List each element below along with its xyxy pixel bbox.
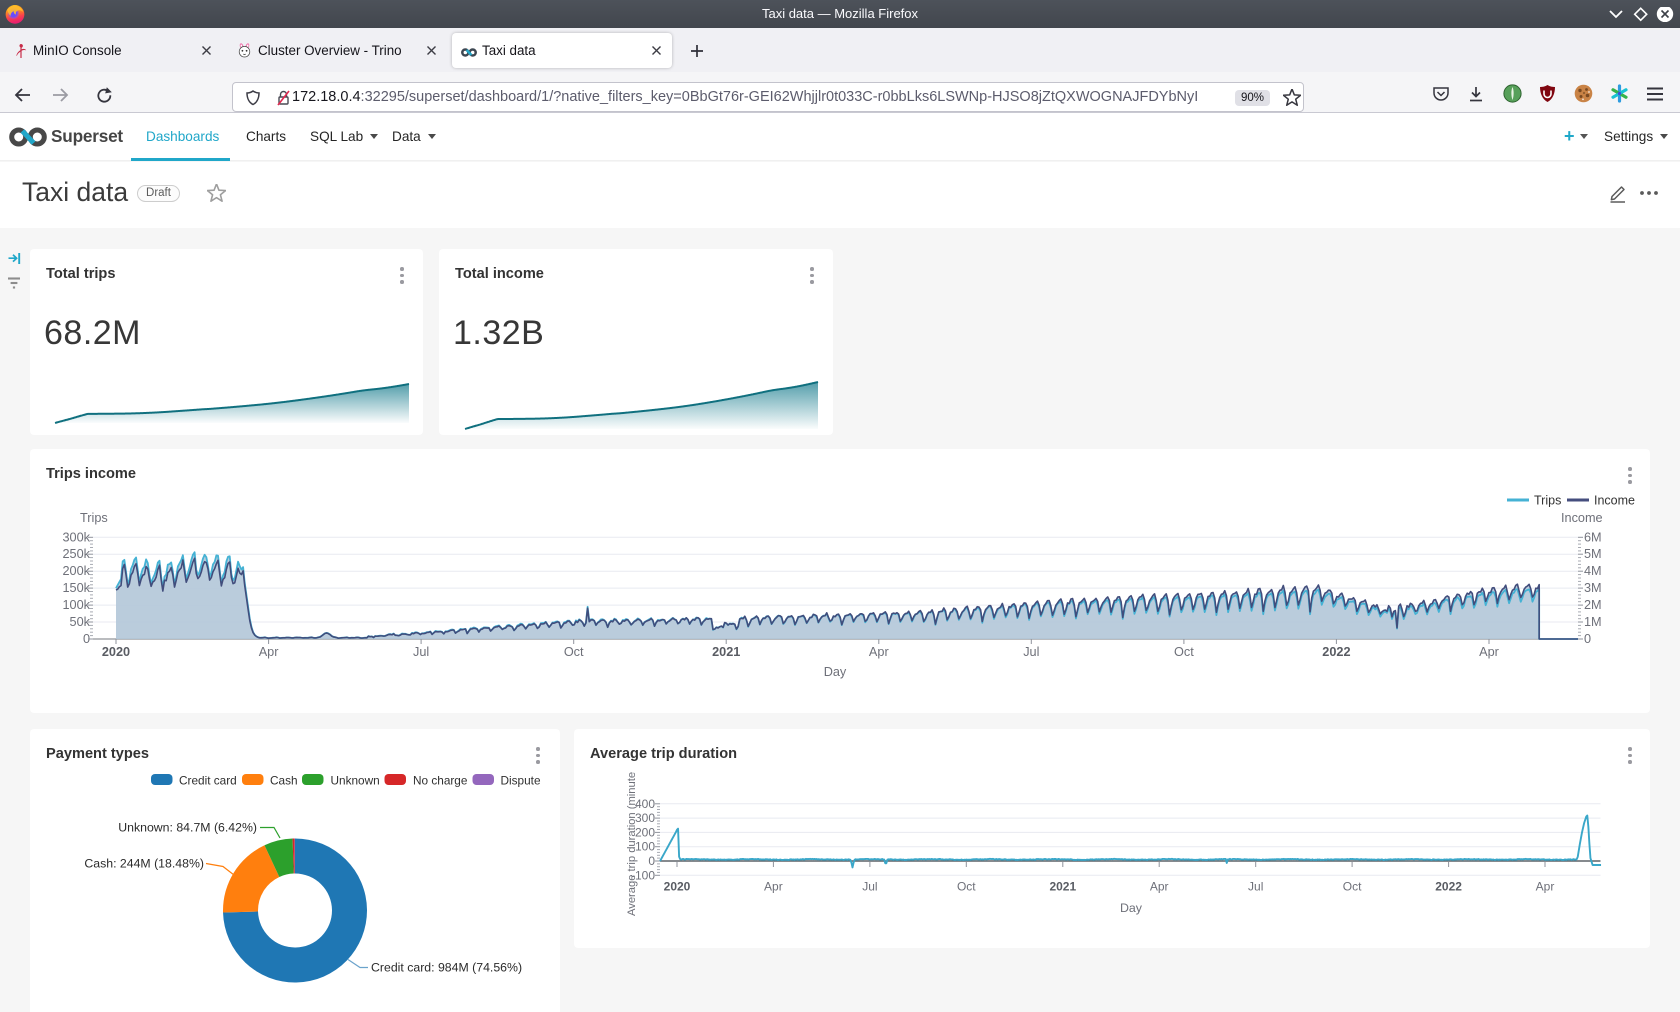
svg-text:Apr: Apr bbox=[259, 645, 280, 659]
svg-text:6M: 6M bbox=[1584, 530, 1602, 544]
svg-text:Dispute: Dispute bbox=[501, 774, 541, 788]
svg-text:250k: 250k bbox=[62, 547, 90, 561]
svg-text:Oct: Oct bbox=[1343, 880, 1362, 894]
svg-text:Trips: Trips bbox=[80, 511, 108, 525]
svg-text:0: 0 bbox=[648, 854, 655, 868]
svg-text:Trips: Trips bbox=[1534, 494, 1561, 508]
svg-text:100k: 100k bbox=[62, 598, 90, 612]
svg-text:Apr: Apr bbox=[1479, 645, 1500, 659]
svg-text:2022: 2022 bbox=[1322, 645, 1350, 659]
svg-text:Oct: Oct bbox=[1174, 645, 1194, 659]
svg-text:Oct: Oct bbox=[957, 880, 976, 894]
svg-text:Cash: Cash bbox=[270, 774, 298, 788]
svg-text:Unknown: Unknown bbox=[331, 774, 380, 788]
svg-text:1M: 1M bbox=[1584, 615, 1602, 629]
svg-text:Jul: Jul bbox=[413, 645, 429, 659]
svg-text:3M: 3M bbox=[1584, 581, 1602, 595]
svg-text:2022: 2022 bbox=[1435, 880, 1462, 894]
svg-text:Day: Day bbox=[1120, 901, 1143, 915]
svg-text:2021: 2021 bbox=[1049, 880, 1076, 894]
svg-text:Jul: Jul bbox=[862, 880, 877, 894]
svg-text:400: 400 bbox=[635, 797, 655, 811]
svg-text:50k: 50k bbox=[70, 615, 91, 629]
svg-text:Credit card: Credit card bbox=[179, 774, 237, 788]
svg-text:Apr: Apr bbox=[1150, 880, 1169, 894]
svg-text:300: 300 bbox=[635, 811, 655, 825]
svg-text:No charge: No charge bbox=[413, 774, 468, 788]
svg-text:2020: 2020 bbox=[102, 645, 130, 659]
svg-text:Credit card: 984M (74.56%): Credit card: 984M (74.56%) bbox=[371, 961, 522, 975]
svg-text:4M: 4M bbox=[1584, 564, 1602, 578]
svg-text:Day: Day bbox=[824, 665, 847, 679]
svg-text:0: 0 bbox=[1584, 632, 1591, 646]
svg-text:2M: 2M bbox=[1584, 598, 1602, 612]
svg-text:5M: 5M bbox=[1584, 547, 1602, 561]
svg-text:Apr: Apr bbox=[1536, 880, 1555, 894]
svg-text:Unknown: 84.7M (6.42%): Unknown: 84.7M (6.42%) bbox=[118, 821, 257, 835]
svg-text:150k: 150k bbox=[62, 581, 90, 595]
svg-text:200k: 200k bbox=[62, 564, 90, 578]
svg-text:-100: -100 bbox=[631, 868, 655, 882]
svg-text:Jul: Jul bbox=[1248, 880, 1263, 894]
svg-text:200: 200 bbox=[635, 825, 655, 839]
svg-text:300k: 300k bbox=[62, 530, 90, 544]
svg-text:Apr: Apr bbox=[869, 645, 890, 659]
svg-text:Apr: Apr bbox=[764, 880, 783, 894]
svg-text:2020: 2020 bbox=[664, 880, 691, 894]
svg-text:Jul: Jul bbox=[1023, 645, 1039, 659]
svg-text:100: 100 bbox=[635, 840, 655, 854]
svg-text:Oct: Oct bbox=[564, 645, 584, 659]
svg-text:Cash: 244M (18.48%): Cash: 244M (18.48%) bbox=[84, 857, 204, 871]
svg-text:2021: 2021 bbox=[712, 645, 740, 659]
svg-text:Income: Income bbox=[1561, 511, 1603, 525]
svg-text:Income: Income bbox=[1594, 494, 1635, 508]
